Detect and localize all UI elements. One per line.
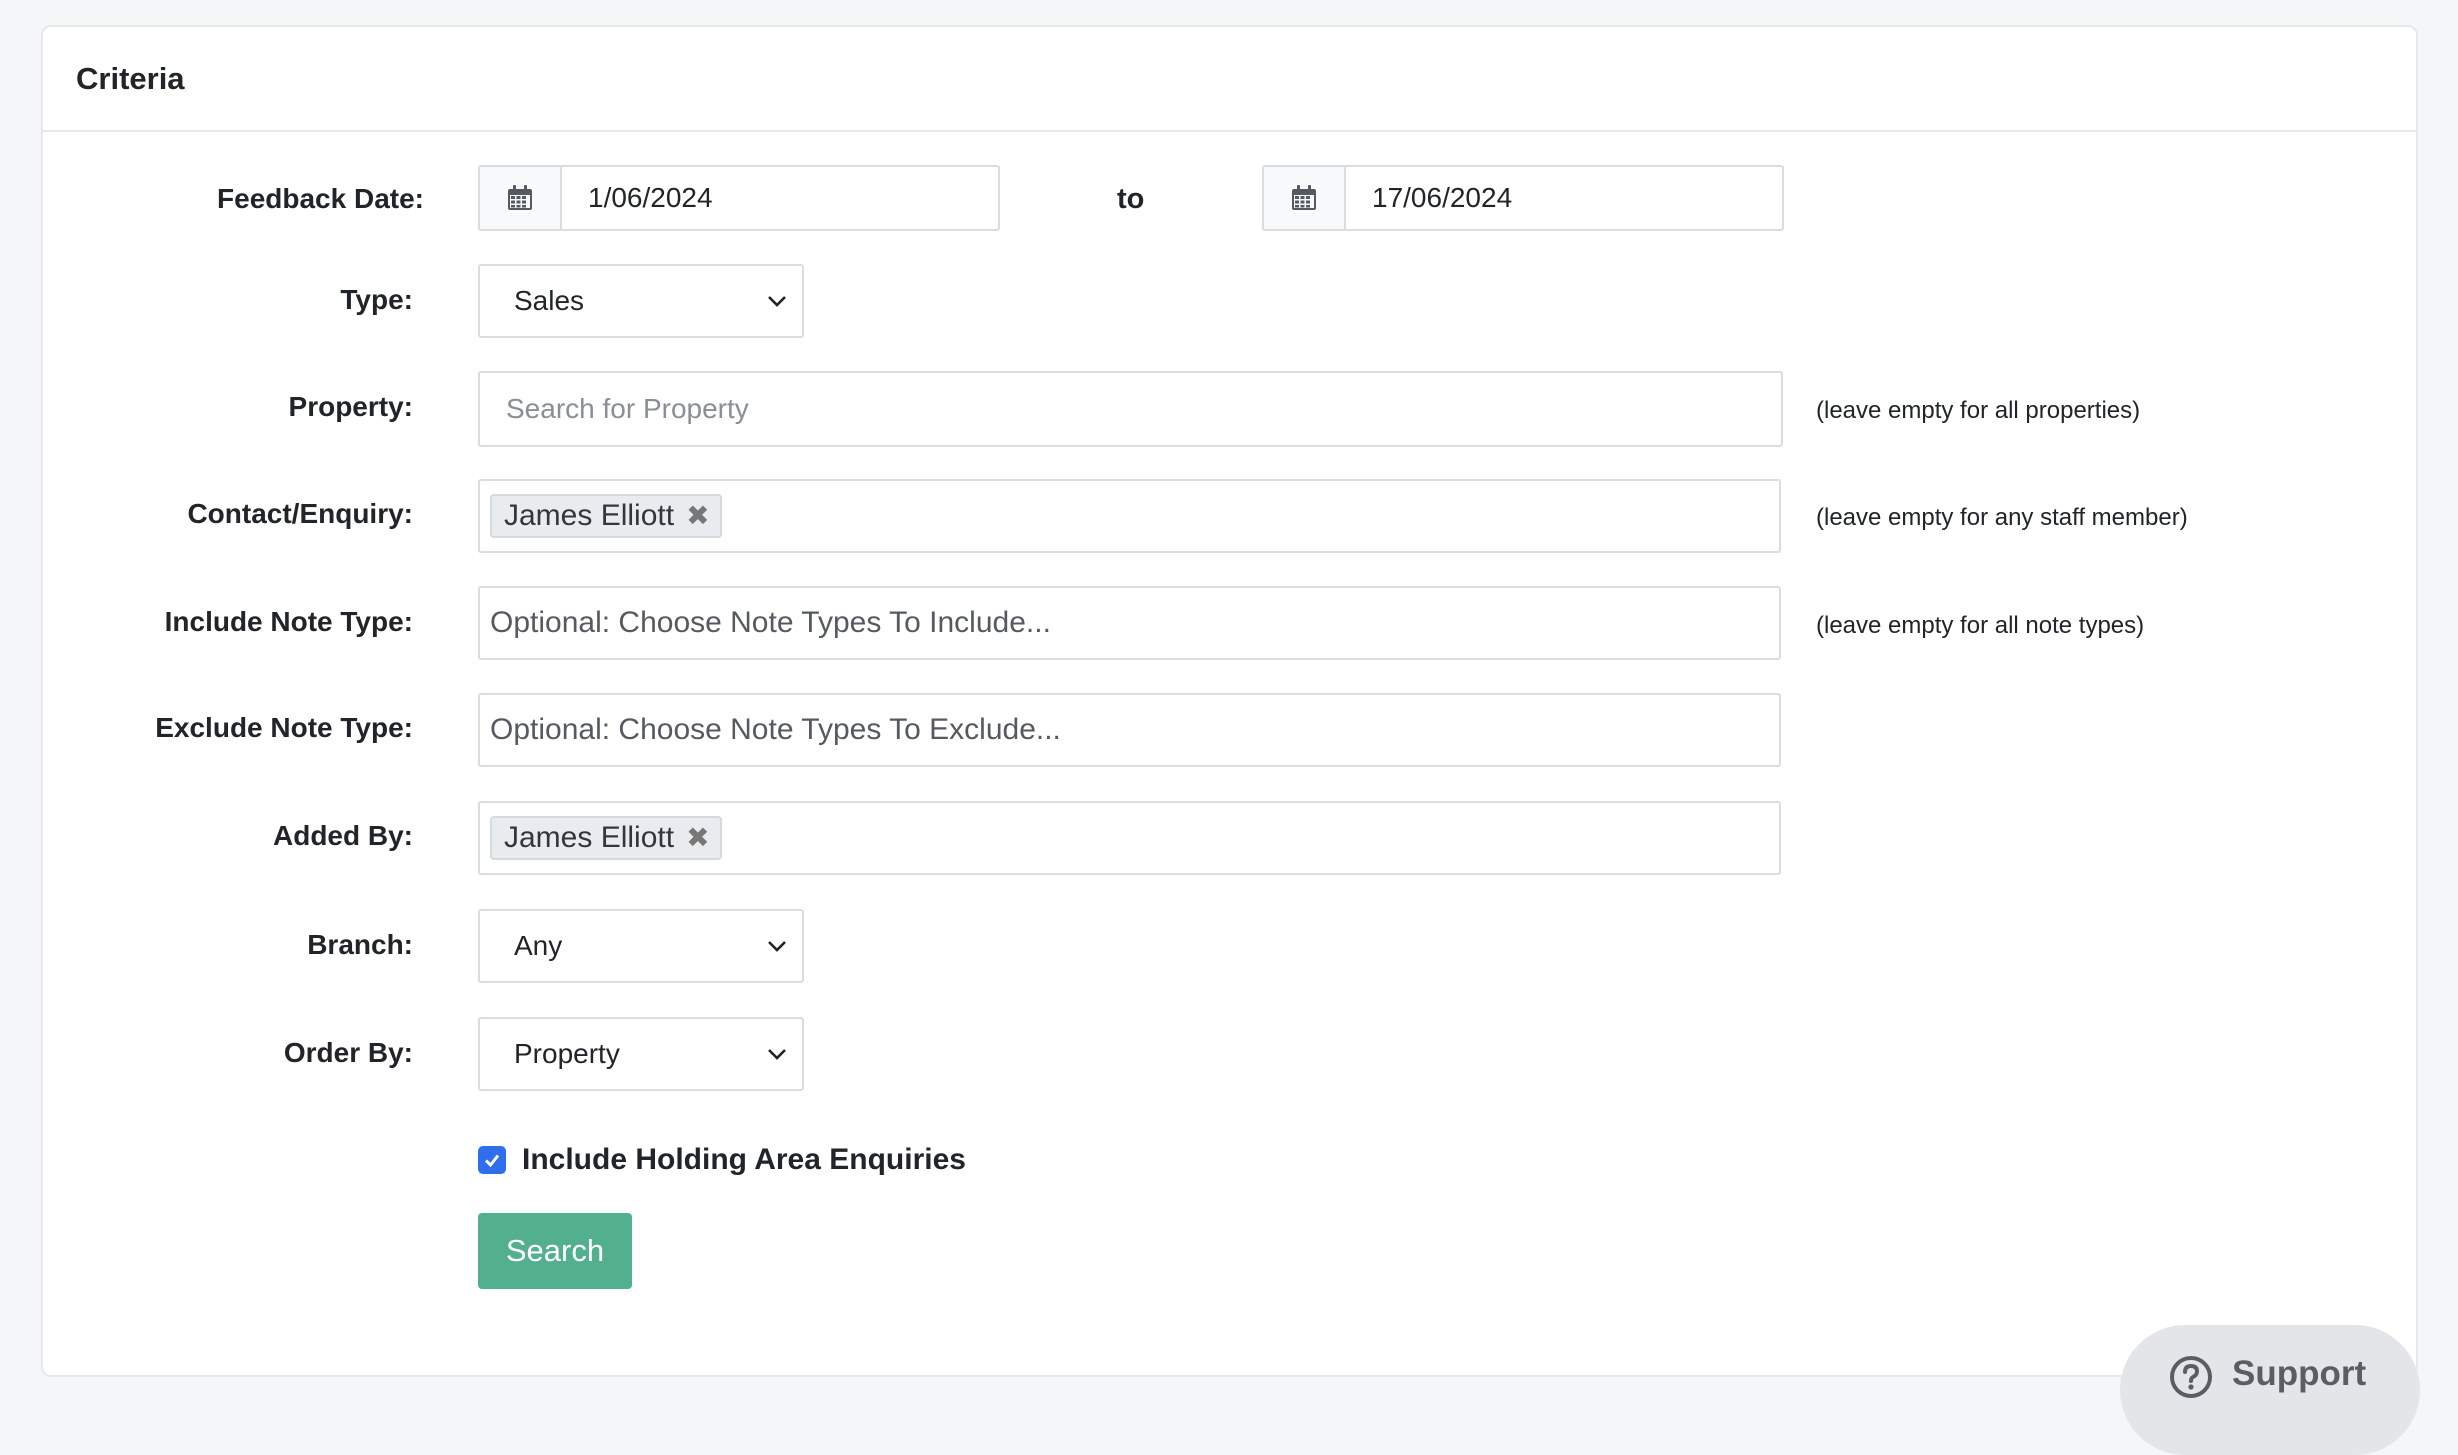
support-label: Support xyxy=(2232,1354,2367,1393)
to-label: to xyxy=(1117,183,1145,215)
help-circle-icon xyxy=(2170,1356,2212,1398)
contact-label: Contact/Enquiry: xyxy=(187,498,413,529)
card-title: Criteria xyxy=(43,27,2416,132)
include-note-type-hint: (leave empty for all note types) xyxy=(1816,612,2145,639)
remove-tag-icon[interactable]: ✖ xyxy=(686,502,709,530)
exclude-note-type-label: Exclude Note Type: xyxy=(155,712,413,743)
chevron-down-icon xyxy=(768,296,786,307)
property-field xyxy=(478,371,1783,447)
contact-tag-label: James Elliott xyxy=(504,499,675,532)
feedback-date-from xyxy=(478,165,1000,231)
order-by-selected: Property xyxy=(514,1038,620,1069)
added-by-label: Added By: xyxy=(273,820,413,851)
contact-multiselect[interactable]: James Elliott ✖ xyxy=(478,479,1781,553)
contact-tag: James Elliott ✖ xyxy=(490,494,722,538)
branch-selected: Any xyxy=(514,930,563,961)
include-note-type-multiselect[interactable]: Optional: Choose Note Types To Include..… xyxy=(478,586,1781,660)
holding-area-label[interactable]: Include Holding Area Enquiries xyxy=(522,1143,966,1177)
added-by-tag-label: James Elliott xyxy=(504,821,675,854)
contact-hint: (leave empty for any staff member) xyxy=(1816,504,2188,531)
added-by-multiselect[interactable]: James Elliott ✖ xyxy=(478,801,1781,875)
holding-area-option: Include Holding Area Enquiries xyxy=(478,1143,966,1177)
exclude-note-type-placeholder: Optional: Choose Note Types To Exclude..… xyxy=(490,713,1061,746)
chevron-down-icon xyxy=(768,1049,786,1060)
property-search-input[interactable] xyxy=(480,373,1781,445)
type-selected: Sales xyxy=(514,285,585,316)
added-by-tag: James Elliott ✖ xyxy=(490,816,722,860)
search-button[interactable]: Search xyxy=(478,1213,632,1289)
property-hint: (leave empty for all properties) xyxy=(1816,397,2141,424)
type-select[interactable]: Sales xyxy=(478,264,804,338)
include-note-type-placeholder: Optional: Choose Note Types To Include..… xyxy=(490,606,1051,639)
calendar-icon[interactable] xyxy=(480,167,562,229)
holding-area-checkbox[interactable] xyxy=(478,1146,506,1174)
branch-label: Branch: xyxy=(307,929,413,960)
order-by-label: Order By: xyxy=(283,1037,413,1068)
calendar-icon[interactable] xyxy=(1264,167,1346,229)
support-button[interactable]: Support xyxy=(2120,1325,2420,1455)
exclude-note-type-multiselect[interactable]: Optional: Choose Note Types To Exclude..… xyxy=(478,693,1781,767)
feedback-date-from-input[interactable] xyxy=(562,167,998,229)
feedback-date-to xyxy=(1262,165,1784,231)
feedback-date-to-input[interactable] xyxy=(1346,167,1782,229)
check-icon xyxy=(484,1154,500,1168)
feedback-date-label: Feedback Date: xyxy=(217,183,424,214)
include-note-type-label: Include Note Type: xyxy=(164,606,413,637)
branch-select[interactable]: Any xyxy=(478,909,804,983)
property-label: Property: xyxy=(288,391,413,422)
type-label: Type: xyxy=(340,284,413,315)
order-by-select[interactable]: Property xyxy=(478,1017,804,1091)
chevron-down-icon xyxy=(768,941,786,952)
remove-tag-icon[interactable]: ✖ xyxy=(686,824,709,852)
